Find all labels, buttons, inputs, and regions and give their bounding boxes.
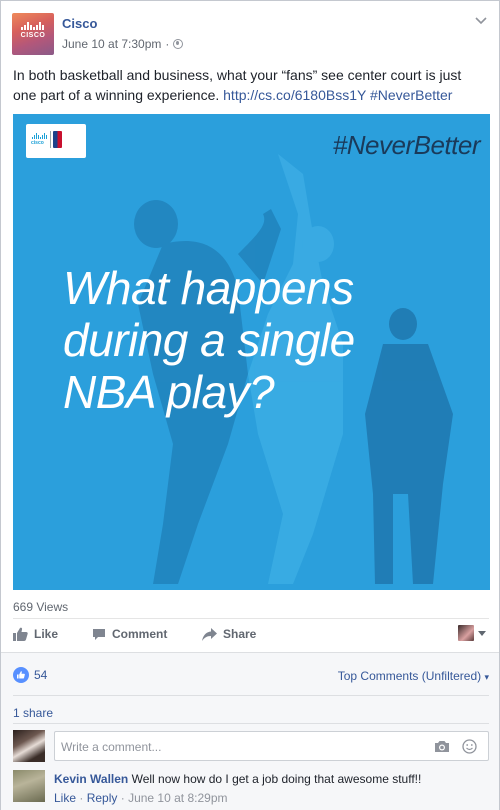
- headline-line: What happens: [63, 262, 354, 314]
- badge-divider: [50, 131, 51, 148]
- comment-item: Kevin Wallen Well now how do I get a job…: [54, 771, 421, 787]
- comment-label: Comment: [112, 627, 168, 641]
- like-button[interactable]: Like: [13, 627, 58, 641]
- commenter-avatar[interactable]: [13, 770, 45, 802]
- comment-author[interactable]: Kevin Wallen: [54, 772, 128, 786]
- post-link[interactable]: http://cs.co/6180Bss1Y: [223, 87, 366, 103]
- view-count: 669 Views: [13, 600, 69, 614]
- post-card: CISCO Cisco June 10 at 7:30pm · In both …: [0, 0, 500, 810]
- comment-reply-link[interactable]: Reply: [87, 791, 118, 805]
- action-bar: Like Comment Share: [13, 618, 489, 651]
- like-label: Like: [34, 627, 59, 641]
- video-headline: What happens during a single NBA play?: [63, 262, 463, 418]
- cisco-bars-icon: [21, 22, 45, 30]
- user-mini-avatar: [458, 625, 474, 641]
- post-timestamp[interactable]: June 10 at 7:30pm: [62, 37, 161, 51]
- chevron-down-icon[interactable]: [473, 12, 489, 28]
- like-count-number: 54: [34, 668, 48, 682]
- page-avatar[interactable]: CISCO: [12, 13, 54, 55]
- divider: [13, 695, 489, 696]
- caret-down-icon: [478, 630, 486, 636]
- meta-separator: ·: [165, 37, 170, 51]
- comment-sort-caret: ▾: [484, 672, 489, 682]
- video-player[interactable]: cisco #NeverBetter What happens during a…: [13, 114, 490, 590]
- share-button[interactable]: Share: [202, 627, 256, 641]
- comment-input[interactable]: [61, 738, 421, 756]
- globe-icon: [173, 39, 184, 49]
- comment-actions-sep: ·: [120, 791, 125, 805]
- post-text: In both basketball and business, what yo…: [13, 65, 483, 105]
- comment-composer[interactable]: [54, 731, 489, 761]
- comment-timestamp[interactable]: June 10 at 8:29pm: [128, 791, 227, 805]
- cisco-nba-badge: cisco: [26, 124, 86, 158]
- comment-button[interactable]: Comment: [92, 627, 167, 641]
- smiley-icon[interactable]: [462, 739, 477, 754]
- post-as-selector[interactable]: [458, 625, 486, 641]
- comment-sort-dropdown[interactable]: Top Comments (Unfiltered) ▾: [338, 669, 489, 683]
- comment-like-link[interactable]: Like: [54, 791, 76, 805]
- reactions-area: 54 Top Comments (Unfiltered) ▾ 1 share W…: [1, 652, 499, 810]
- thumbs-up-icon: [13, 627, 28, 641]
- post-hashtag-link[interactable]: #NeverBetter: [370, 87, 452, 103]
- share-arrow-icon: [202, 627, 217, 641]
- nba-logo-icon: [53, 131, 62, 148]
- comment-sort-label: Top Comments (Unfiltered): [337, 669, 482, 683]
- divider: [13, 723, 489, 724]
- page-name-link[interactable]: Cisco: [62, 16, 97, 31]
- comment-actions: Like · Reply · June 10 at 8:29pm: [54, 791, 227, 805]
- headline-line: NBA play?: [63, 366, 275, 418]
- current-user-avatar: [13, 730, 45, 762]
- logo-word: CISCO: [20, 32, 46, 39]
- cisco-mini-bars-icon: [32, 133, 48, 139]
- comment-body: Well now how do I get a job doing that a…: [131, 772, 422, 786]
- share-count[interactable]: 1 share: [13, 706, 53, 720]
- post-meta: June 10 at 7:30pm ·: [62, 37, 184, 51]
- badge-word: cisco: [31, 140, 44, 146]
- comment-bubble-icon: [93, 628, 105, 640]
- comment-actions-sep: ·: [79, 791, 84, 805]
- share-label: Share: [223, 627, 257, 641]
- video-hashtag: #NeverBetter: [332, 130, 481, 160]
- like-reaction-icon: [13, 667, 29, 683]
- camera-icon[interactable]: [434, 739, 450, 753]
- headline-line: during a single: [63, 314, 355, 366]
- like-count[interactable]: 54: [13, 667, 47, 683]
